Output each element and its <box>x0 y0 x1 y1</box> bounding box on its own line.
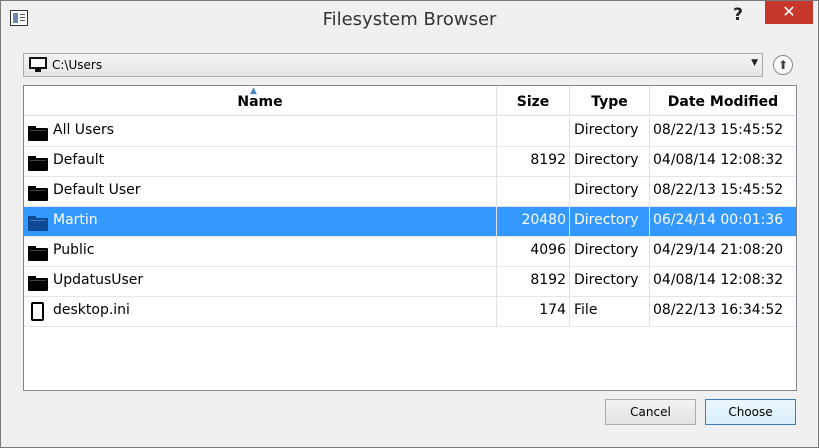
folder-icon <box>28 216 48 231</box>
close-icon: ✕ <box>782 2 796 21</box>
date-modified-cell: 08/22/13 16:34:52 <box>653 302 784 318</box>
size-cell: 174 <box>497 297 570 327</box>
type-cell: Directory <box>570 207 650 237</box>
table-row[interactable]: All Users Directory 08/22/13 15:45:52 <box>24 117 796 147</box>
size-cell <box>497 177 570 207</box>
type-cell: Directory <box>570 177 650 207</box>
help-button[interactable]: ? <box>723 3 753 27</box>
file-icon <box>31 302 44 321</box>
name-cell: All Users <box>24 117 497 147</box>
date-modified-cell: 08/22/13 15:45:52 <box>653 122 784 138</box>
folder-icon <box>28 276 48 291</box>
file-name: desktop.ini <box>53 302 130 318</box>
table-header: Name ▲ Size Type Date Modified <box>24 86 796 116</box>
table-row[interactable]: desktop.ini 174 File 08/22/13 16:34:52 <box>24 297 796 327</box>
file-name: Default User <box>53 182 141 198</box>
parent-directory-button[interactable]: ⬆ <box>773 55 793 75</box>
file-name: Default <box>53 152 105 168</box>
table-row[interactable]: Martin 20480 Directory 06/24/14 00:01:36 <box>24 207 796 237</box>
table-row[interactable]: Default User Directory 08/22/13 15:45:52 <box>24 177 796 207</box>
name-cell: desktop.ini <box>24 297 497 327</box>
type-cell: Directory <box>570 117 650 147</box>
type-cell: Directory <box>570 237 650 267</box>
folder-icon <box>28 156 48 171</box>
name-cell: UpdatusUser <box>24 267 497 297</box>
type-cell: Directory <box>570 267 650 297</box>
choose-button[interactable]: Choose <box>705 399 796 425</box>
column-header-name[interactable]: Name <box>24 86 497 116</box>
date-modified-cell: 04/08/14 12:08:32 <box>653 152 784 168</box>
size-cell <box>497 117 570 147</box>
sort-ascending-icon: ▲ <box>250 86 257 96</box>
date-modified-cell: 08/22/13 15:45:52 <box>653 182 784 198</box>
column-header-date-modified[interactable]: Date Modified <box>650 86 796 116</box>
folder-icon <box>28 186 48 201</box>
computer-icon <box>29 57 47 73</box>
size-cell: 4096 <box>497 237 570 267</box>
path-combobox[interactable]: C:\Users ▼ <box>23 53 763 77</box>
date-modified-cell: 06/24/14 00:01:36 <box>653 212 784 228</box>
close-button[interactable]: ✕ <box>765 1 813 24</box>
folder-icon <box>28 126 48 141</box>
table-row[interactable]: Default 8192 Directory 04/08/14 12:08:32 <box>24 147 796 177</box>
file-name: All Users <box>53 122 115 138</box>
size-cell: 20480 <box>497 207 570 237</box>
column-header-type[interactable]: Type <box>570 86 650 116</box>
window-title: Filesystem Browser <box>322 9 497 30</box>
table-row[interactable]: UpdatusUser 8192 Directory 04/08/14 12:08:3… <box>24 267 796 297</box>
size-cell: 8192 <box>497 147 570 177</box>
type-cell: File <box>570 297 650 327</box>
folder-icon <box>28 246 48 261</box>
file-name: UpdatusUser <box>53 272 144 288</box>
file-name: Martin <box>53 212 98 228</box>
cancel-button[interactable]: Cancel <box>605 399 696 425</box>
type-cell: Directory <box>570 147 650 177</box>
up-arrow-icon: ⬆ <box>777 58 789 72</box>
file-list-table[interactable]: Name ▲ Size Type Date Modified All Users… <box>23 85 797 391</box>
file-name: Public <box>53 242 95 258</box>
name-cell: Default <box>24 147 497 177</box>
column-header-size[interactable]: Size <box>497 86 570 116</box>
name-cell: Default User <box>24 177 497 207</box>
size-cell: 8192 <box>497 267 570 297</box>
title-bar[interactable]: Filesystem Browser ? ✕ <box>1 1 818 37</box>
name-cell: Public <box>24 237 497 267</box>
dropdown-arrow-icon[interactable]: ▼ <box>751 58 758 68</box>
table-row[interactable]: Public 4096 Directory 04/29/14 21:08:20 <box>24 237 796 267</box>
filesystem-browser-dialog: Filesystem Browser ? ✕ C:\Users ▼ ⬆ Name… <box>0 0 819 448</box>
path-value: C:\Users <box>52 58 103 72</box>
name-cell: Martin <box>24 207 497 237</box>
date-modified-cell: 04/29/14 21:08:20 <box>653 242 784 258</box>
date-modified-cell: 04/08/14 12:08:32 <box>653 272 784 288</box>
